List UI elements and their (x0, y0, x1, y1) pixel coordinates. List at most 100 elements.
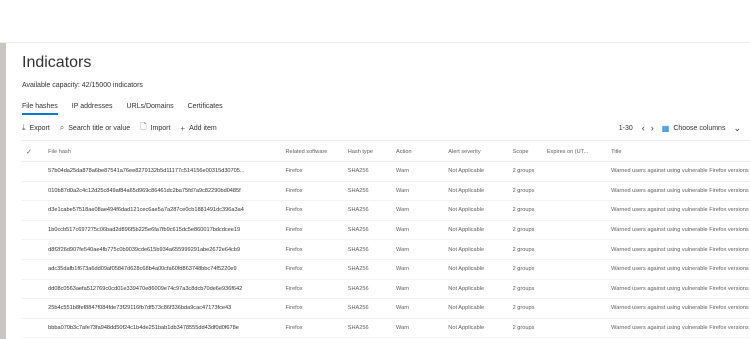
select-all-checkbox[interactable]: ✓ (22, 142, 49, 162)
table-row[interactable]: 010b87d0a2c4c12d25c849af84a65d969c86461d… (22, 181, 750, 202)
cell-file-hash: d8f2f26d907fe540ae4fb775c0b9039cde615b93… (48, 239, 286, 260)
row-checkbox[interactable] (22, 220, 49, 241)
tab-urls-domains[interactable]: URLs/Domains (127, 101, 174, 115)
cell-hash-type: SHA256 (347, 259, 397, 280)
row-checkbox[interactable] (22, 259, 49, 280)
page-title: Indicators (22, 54, 92, 71)
cell-related-software: Firefox (285, 161, 348, 182)
cell-scope: 2 groups (512, 161, 547, 182)
row-checkbox[interactable] (22, 161, 49, 182)
left-nav-edge (0, 43, 6, 339)
cell-action: Warn (396, 239, 449, 260)
chevron-right-icon[interactable]: › (651, 123, 654, 133)
cell-title: Warned users against using vulnerable Fi… (611, 318, 750, 339)
cell-title: Warned users against using vulnerable Fi… (611, 259, 750, 280)
cell-hash-type: SHA256 (347, 200, 397, 221)
cell-title: Warned users against using vulnerable Fi… (611, 220, 750, 241)
table-row[interactable]: 25b4c551b8fef8847f084fde73f29116fb7df573… (22, 298, 750, 319)
cell-alert-severity: Not Applicable (448, 239, 513, 260)
plus-icon: + (180, 123, 186, 133)
cell-action: Warn (396, 181, 449, 202)
cell-expires-on (546, 279, 612, 300)
choose-columns-button[interactable]: ▦ Choose columns ⌄ (662, 123, 744, 134)
table-row[interactable]: 57b04da25da878a6be87541a76ee8279132b5d11… (22, 161, 750, 182)
tab-certificates[interactable]: Certificates (188, 101, 223, 115)
col-header-related-software[interactable]: Related software (285, 142, 348, 162)
tab-file-hashes[interactable]: File hashes (22, 101, 58, 115)
chevron-down-icon: ⌄ (733, 122, 741, 133)
cell-action: Warn (396, 200, 449, 221)
table-row[interactable]: 1b0ccb517c697275c06bad2d896f5b225e6fa7fb… (22, 220, 750, 241)
cell-expires-on (546, 298, 612, 319)
col-header-title[interactable]: Title (611, 142, 750, 162)
indicators-table: ✓ File hash Related software Hash type A… (22, 142, 750, 339)
cell-file-hash: bbba070b3c7afe73fa948dd50f24c1b4de251bab… (48, 318, 286, 339)
table-row[interactable]: bbba070b3c7afe73fa948dd50f24c1b4de251bab… (22, 318, 750, 339)
export-button[interactable]: ⤓ Export (22, 123, 50, 133)
row-checkbox[interactable] (22, 239, 49, 260)
table-row[interactable]: adc35dafb1f673a6dd09af05847d628c68b4a00c… (22, 259, 750, 280)
cell-related-software: Firefox (285, 279, 348, 300)
tab-bar: File hashes IP addresses URLs/Domains Ce… (22, 101, 750, 115)
cell-related-software: Firefox (285, 239, 348, 260)
table-row[interactable]: d8f2f26d907fe540ae4fb775c0b9039cde615b93… (22, 239, 750, 260)
cell-expires-on (546, 161, 612, 182)
export-icon: ⤓ (22, 123, 26, 132)
add-item-label: Add item (189, 124, 217, 132)
checkmark-icon: ✓ (26, 148, 32, 156)
cell-action: Warn (396, 279, 449, 300)
search-icon: ⌕ (59, 123, 65, 132)
pager-range: 1-30 (618, 124, 633, 132)
import-label: Import (150, 124, 171, 132)
chevron-left-icon[interactable]: ‹ (642, 123, 645, 133)
cell-scope: 2 groups (512, 259, 547, 280)
add-item-button[interactable]: + Add item (180, 124, 216, 133)
row-checkbox[interactable] (22, 298, 49, 319)
col-header-hash-type[interactable]: Hash type (347, 142, 397, 162)
cell-action: Warn (396, 318, 449, 339)
toolbar: ⤓ Export ⌕ Search title or value 🗋 Impor… (22, 120, 750, 136)
row-checkbox[interactable] (22, 181, 49, 202)
col-header-action[interactable]: Action (396, 142, 449, 162)
cell-expires-on (546, 318, 612, 339)
search-button[interactable]: ⌕ Search title or value (60, 123, 130, 133)
cell-title: Warned users against using vulnerable Fi… (611, 279, 750, 300)
cell-related-software: Firefox (285, 220, 348, 241)
row-checkbox[interactable] (22, 200, 49, 221)
row-checkbox[interactable] (22, 318, 49, 339)
cell-title: Warned users against using vulnerable Fi… (611, 239, 750, 260)
col-header-file-hash[interactable]: File hash (48, 142, 286, 162)
cell-related-software: Firefox (285, 318, 348, 339)
cell-action: Warn (396, 220, 449, 241)
search-label: Search title or value (68, 124, 131, 132)
cell-action: Warn (396, 298, 449, 319)
cell-alert-severity: Not Applicable (448, 200, 513, 221)
capacity-text: Available capacity: 42/15000 indicators (22, 82, 143, 89)
cell-file-hash: 1b0ccb517c697275c06bad2d896f5b225e6fa7fb… (48, 220, 286, 241)
cell-expires-on (546, 220, 612, 241)
tab-ip-addresses[interactable]: IP addresses (72, 101, 113, 115)
cell-hash-type: SHA256 (347, 279, 397, 300)
cell-related-software: Firefox (285, 181, 348, 202)
cell-alert-severity: Not Applicable (448, 220, 513, 241)
cell-scope: 2 groups (512, 279, 547, 300)
cell-hash-type: SHA256 (347, 298, 397, 319)
cell-scope: 2 groups (512, 298, 547, 319)
table-row[interactable]: dd08c0563aefa512769c0cd01e339470e86009e7… (22, 279, 750, 300)
row-checkbox[interactable] (22, 279, 49, 300)
col-header-alert-severity[interactable]: Alert severity (448, 142, 513, 162)
cell-title: Warned users against using vulnerable Fi… (611, 200, 750, 221)
col-header-expires-on[interactable]: Expires on (UT... (546, 142, 612, 162)
cell-expires-on (546, 259, 612, 280)
cell-related-software: Firefox (285, 298, 348, 319)
toolbar-divider (22, 140, 750, 141)
table-row[interactable]: d3e1cabe57518ae08ae494f6dad121cec6ae5a7a… (22, 200, 750, 221)
cell-expires-on (546, 181, 612, 202)
import-button[interactable]: 🗋 Import (140, 121, 170, 135)
cell-title: Warned users against using vulnerable Fi… (611, 181, 750, 202)
cell-alert-severity: Not Applicable (448, 259, 513, 280)
cell-hash-type: SHA256 (347, 239, 397, 260)
cell-action: Warn (396, 259, 449, 280)
col-header-scope[interactable]: Scope (512, 142, 547, 162)
cell-file-hash: dd08c0563aefa512769c0cd01e339470e86009e7… (48, 279, 286, 300)
